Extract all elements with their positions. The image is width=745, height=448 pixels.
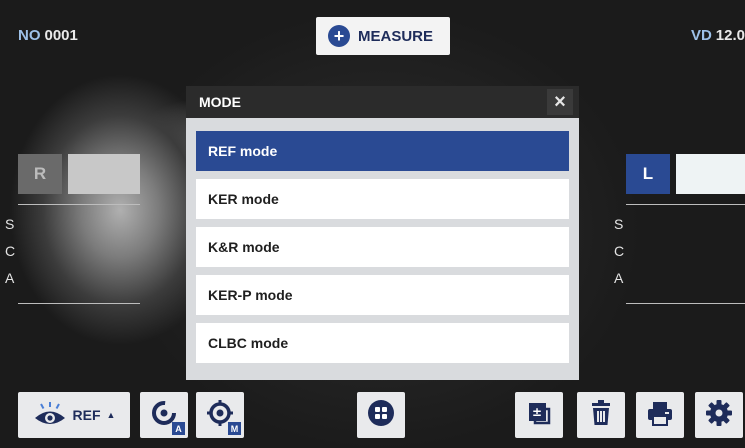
no-value: 0001 — [44, 27, 78, 44]
delete-button[interactable] — [577, 392, 625, 438]
no-label: NO — [18, 27, 41, 44]
print-button[interactable] — [636, 392, 684, 438]
mode-list: REF mode KER mode K&R mode KER-P mode CL… — [186, 118, 579, 363]
center-menu-button[interactable] — [357, 392, 405, 438]
mode-item-ref[interactable]: REF mode — [196, 131, 569, 171]
vd-label: VD — [690, 27, 712, 44]
right-eye-tab[interactable]: R — [18, 154, 62, 194]
print-icon — [646, 399, 674, 432]
right-axis-label: A — [5, 270, 15, 286]
auto-measure-button[interactable]: A — [140, 392, 188, 438]
close-icon[interactable]: × — [547, 89, 573, 115]
mode-dialog-title: MODE — [199, 94, 241, 110]
auto-badge: A — [172, 422, 185, 435]
mode-item-k-and-r[interactable]: K&R mode — [196, 227, 569, 267]
vertex-distance: VD 12.0 — [691, 27, 745, 44]
mode-item-ker-p[interactable]: KER-P mode — [196, 275, 569, 315]
mode-item-ker[interactable]: KER mode — [196, 179, 569, 219]
grid-menu-icon — [367, 399, 395, 432]
mode-dialog-header: MODE × — [186, 86, 579, 118]
measure-button[interactable]: + MEASURE — [316, 17, 450, 55]
trash-icon — [588, 399, 614, 432]
manual-measure-button[interactable]: M — [196, 392, 244, 438]
gear-icon — [705, 399, 733, 432]
eye-icon — [33, 401, 67, 430]
divider — [626, 204, 745, 205]
measure-label: MEASURE — [358, 27, 434, 45]
mode-dialog: MODE × REF mode KER mode K&R mode KER-P … — [186, 86, 579, 380]
divider — [626, 303, 745, 304]
right-cylinder-label: C — [5, 243, 16, 259]
patient-number: NO 0001 — [18, 27, 78, 44]
plus-circle-icon: + — [328, 25, 350, 47]
divider — [18, 204, 140, 205]
divider — [18, 303, 140, 304]
ref-mode-button[interactable]: REF ▲ — [18, 392, 130, 438]
right-eye-value-box — [68, 154, 140, 194]
left-axis-label: A — [614, 270, 624, 286]
vd-value: 12.0 — [715, 27, 745, 44]
caret-up-icon: ▲ — [106, 410, 116, 420]
adjust-button[interactable]: ± — [515, 392, 563, 438]
left-sphere-label: S — [614, 216, 624, 232]
ref-label: REF — [72, 407, 101, 423]
left-cylinder-label: C — [614, 243, 625, 259]
plus-minus-icon: ± — [525, 399, 553, 432]
svg-text:±: ± — [532, 405, 542, 419]
mode-item-clbc[interactable]: CLBC mode — [196, 323, 569, 363]
manual-badge: M — [228, 422, 241, 435]
left-eye-tab[interactable]: L — [626, 154, 670, 194]
left-eye-value-box — [676, 154, 745, 194]
settings-button[interactable] — [695, 392, 743, 438]
right-sphere-label: S — [5, 216, 15, 232]
